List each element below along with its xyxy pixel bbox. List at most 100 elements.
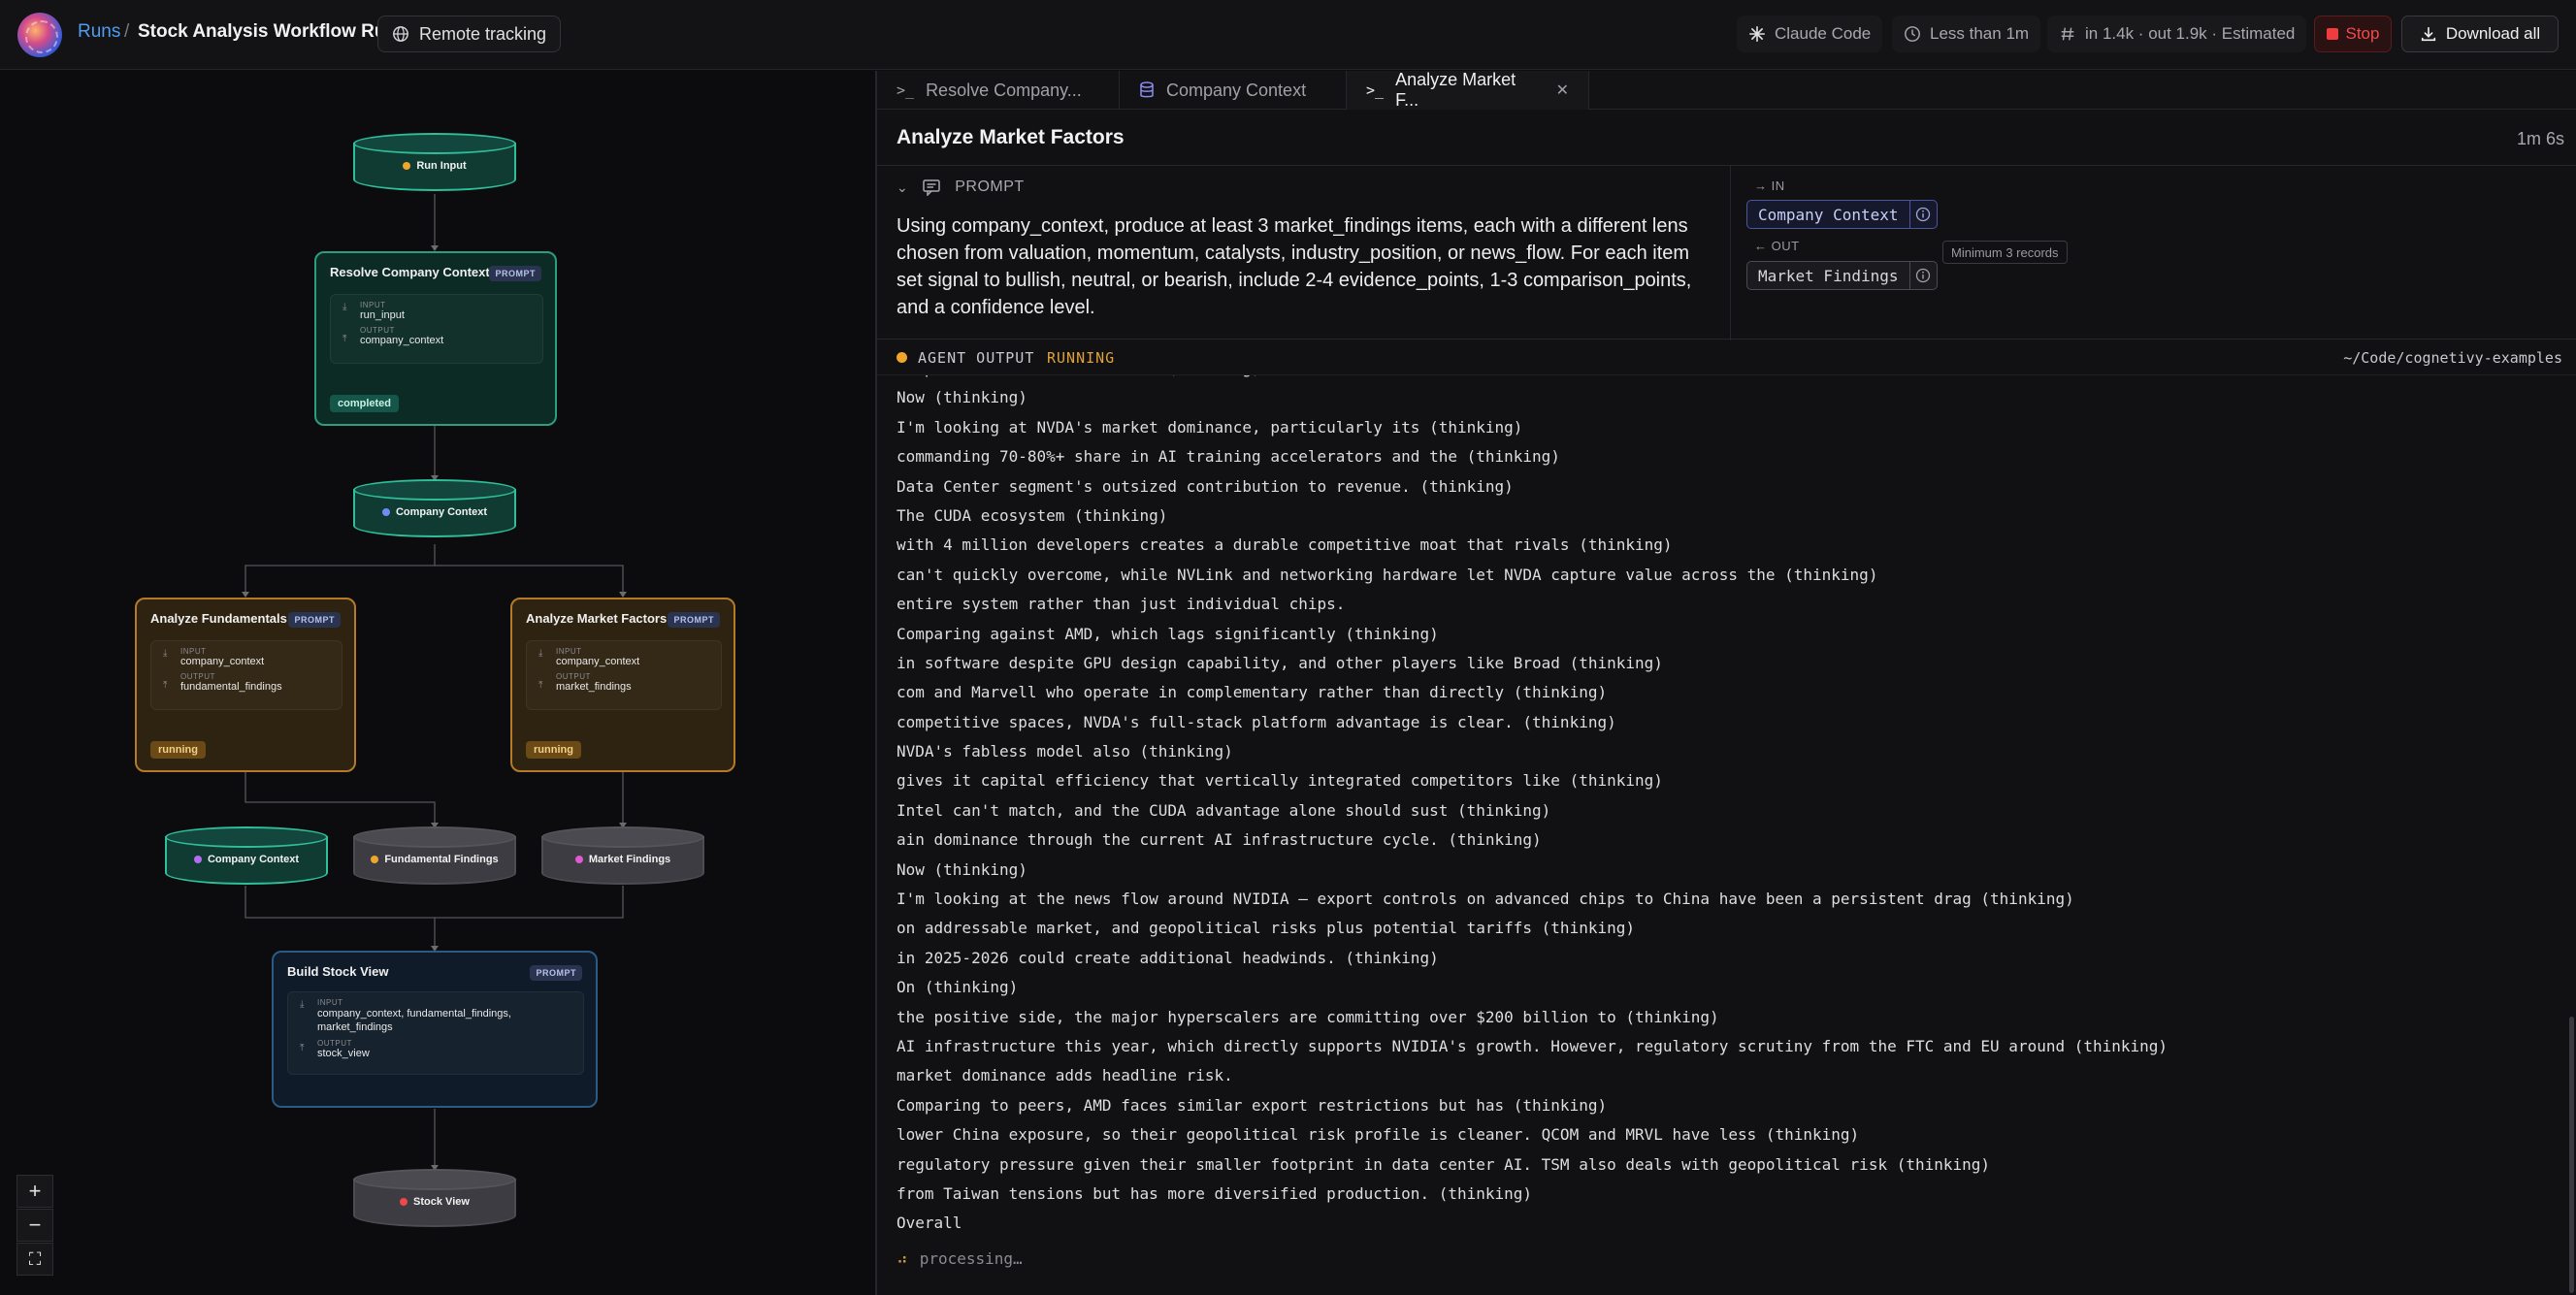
agent-output-log[interactable]: competitors haven't cracked. (thinking) N… bbox=[897, 375, 2546, 1248]
remote-tracking-button[interactable]: Remote tracking bbox=[377, 16, 562, 52]
agent-output-label: AGENT OUTPUT bbox=[918, 349, 1035, 367]
download-label: Download all bbox=[2445, 24, 2541, 43]
input-value: run_input bbox=[360, 309, 405, 321]
node-analyze-fundamentals[interactable]: Analyze Fundamentals PROMPT ⤓ INPUT comp… bbox=[135, 598, 356, 772]
agent-name: Claude Code bbox=[1775, 24, 1872, 43]
log-line: commanding 70-80%+ share in AI training … bbox=[897, 447, 1560, 467]
fit-view-icon: ⛶ bbox=[28, 1248, 42, 1269]
output-label: OUTPUT bbox=[360, 326, 395, 335]
node-analyze-market-factors[interactable]: Analyze Market Factors PROMPT ⤓ INPUT co… bbox=[510, 598, 735, 772]
chip-label: Market Findings bbox=[1758, 266, 1899, 285]
input-value: company_context, fundamental_findings, m… bbox=[317, 1008, 511, 1033]
node-label: Stock View bbox=[353, 1196, 516, 1208]
output-arrow-icon: ⤒ bbox=[300, 1043, 305, 1053]
node-fundamental-findings-label: Fundamental Findings bbox=[384, 854, 499, 865]
log-line: Data Center segment's outsized contribut… bbox=[897, 476, 1514, 496]
stop-button[interactable]: Stop bbox=[2314, 16, 2392, 52]
top-bar: Runs / Stock Analysis Workflow Run Remot… bbox=[0, 0, 2576, 70]
tab-company-context[interactable]: Company Context bbox=[1120, 71, 1347, 110]
log-line: Now (thinking) bbox=[897, 859, 1027, 879]
running-indicator-dot bbox=[897, 352, 907, 363]
node-label: Fundamental Findings bbox=[353, 854, 516, 865]
minus-icon: − bbox=[28, 1213, 42, 1237]
log-line: Intel can't match, and the CUDA advantag… bbox=[897, 800, 1551, 820]
stop-icon bbox=[2326, 28, 2338, 40]
out-arrow-icon: ← bbox=[1754, 239, 1772, 253]
node-stock-view-label: Stock View bbox=[413, 1196, 470, 1208]
cylinder-cap bbox=[353, 479, 516, 501]
log-scrollbar[interactable] bbox=[2569, 1017, 2574, 1293]
app-logo[interactable] bbox=[17, 13, 62, 57]
cylinder-cap bbox=[353, 826, 516, 848]
log-line: Now (thinking) bbox=[897, 388, 1027, 407]
agent-output-header: AGENT OUTPUT RUNNING ~/Code/cognetivy-ex… bbox=[877, 340, 2576, 375]
node-build-stock-view[interactable]: Build Stock View PROMPT ⤓ INPUT company_… bbox=[272, 951, 598, 1108]
fit-view-button[interactable]: ⛶ bbox=[16, 1243, 53, 1276]
node-io-box: ⤓ INPUT company_context, fundamental_fin… bbox=[287, 991, 584, 1075]
log-line: can't quickly overcome, while NVLink and… bbox=[897, 565, 1878, 584]
status-dot bbox=[381, 508, 390, 516]
node-company-context[interactable]: Company Context bbox=[353, 479, 516, 543]
database-icon bbox=[1140, 81, 1154, 98]
minimum-records-note: Minimum 3 records bbox=[1942, 241, 2068, 264]
log-line: gives it capital efficiency that vertica… bbox=[897, 771, 1663, 791]
prompt-badge: PROMPT bbox=[288, 612, 341, 628]
node-resolve-company-context[interactable]: Resolve Company Context PROMPT ⤓ INPUT r… bbox=[314, 251, 557, 426]
prompt-badge: PROMPT bbox=[489, 266, 541, 281]
prompt-pane: ⌄ PROMPT Using company_context, produce … bbox=[877, 166, 1731, 340]
log-line: in 2025-2026 could create additional hea… bbox=[897, 948, 1439, 967]
node-stock-view[interactable]: Stock View bbox=[353, 1169, 516, 1233]
page-title: Stock Analysis Workflow Run bbox=[138, 21, 398, 42]
prompt-label: PROMPT bbox=[955, 178, 1025, 195]
step-title: Analyze Market Factors bbox=[897, 126, 1125, 148]
token-indicator: in 1.4k · out 1.9k · Estimated bbox=[2047, 16, 2307, 52]
log-line: Overall bbox=[897, 1214, 962, 1233]
node-market-findings-label: Market Findings bbox=[588, 854, 671, 865]
input-chip-company-context[interactable]: Company Context bbox=[1746, 200, 1938, 229]
node-market-findings[interactable]: Market Findings bbox=[541, 826, 704, 890]
log-line: market dominance adds headline risk. bbox=[897, 1066, 1233, 1085]
zoom-in-button[interactable]: + bbox=[16, 1175, 53, 1208]
prompt-toggle[interactable]: ⌄ PROMPT bbox=[897, 178, 1025, 196]
info-icon[interactable] bbox=[1908, 262, 1937, 289]
node-company-context-label: Company Context bbox=[395, 506, 488, 518]
download-all-button[interactable]: Download all bbox=[2401, 16, 2559, 52]
output-label: OUTPUT bbox=[317, 1039, 352, 1048]
node-label: Market Findings bbox=[541, 854, 704, 865]
breadcrumb-separator: / bbox=[124, 21, 130, 42]
node-run-input[interactable]: Run Input bbox=[353, 133, 516, 197]
input-arrow-icon: ⤓ bbox=[342, 302, 347, 312]
tab-label: Analyze Market F... bbox=[1395, 70, 1516, 110]
log-line: Comparing against AMD, which lags signif… bbox=[897, 624, 1439, 643]
info-icon[interactable] bbox=[1908, 201, 1937, 228]
workflow-canvas[interactable]: Run Input Resolve Company Context PROMPT… bbox=[0, 71, 875, 1295]
node-io-box: ⤓ INPUT company_context ⤒ OUTPUT fundame… bbox=[150, 640, 342, 710]
close-tab-icon[interactable]: ✕ bbox=[1556, 81, 1569, 100]
duration-text: Less than 1m bbox=[1930, 24, 2030, 43]
prompt-text: Using company_context, produce at least … bbox=[897, 215, 1692, 318]
node-company-context-2[interactable]: Company Context bbox=[165, 826, 328, 890]
remote-tracking-label: Remote tracking bbox=[419, 23, 547, 44]
download-icon bbox=[2421, 26, 2435, 42]
tab-resolve-company[interactable]: >_ Resolve Company... bbox=[877, 71, 1120, 110]
tab-analyze-market-factors[interactable]: >_ Analyze Market F... ✕ bbox=[1347, 70, 1589, 110]
zoom-out-button[interactable]: − bbox=[16, 1209, 53, 1242]
cylinder-cap bbox=[353, 133, 516, 154]
message-icon bbox=[923, 179, 940, 196]
duration-indicator: Less than 1m bbox=[1892, 16, 2041, 52]
log-line: The CUDA ecosystem (thinking) bbox=[897, 505, 1168, 525]
log-line: the positive side, the major hyperscaler… bbox=[897, 1007, 1719, 1026]
status-dot bbox=[371, 856, 379, 863]
output-chip-market-findings[interactable]: Market Findings bbox=[1746, 261, 1938, 290]
input-arrow-icon: ⤓ bbox=[163, 648, 168, 659]
node-label: Company Context bbox=[353, 506, 516, 518]
breadcrumb-runs-link[interactable]: Runs bbox=[78, 21, 120, 43]
chevron-down-icon: ⌄ bbox=[897, 178, 909, 195]
node-fundamental-findings[interactable]: Fundamental Findings bbox=[353, 826, 516, 890]
prompt-section: ⌄ PROMPT Using company_context, produce … bbox=[877, 165, 2576, 340]
node-io-box: ⤓ INPUT company_context ⤒ OUTPUT market_… bbox=[526, 640, 722, 710]
input-label: INPUT bbox=[180, 647, 207, 656]
log-line: with 4 million developers creates a dura… bbox=[897, 535, 1673, 555]
agent-output-status: RUNNING bbox=[1047, 349, 1116, 367]
log-line: NVDA's fabless model also (thinking) bbox=[897, 742, 1233, 761]
